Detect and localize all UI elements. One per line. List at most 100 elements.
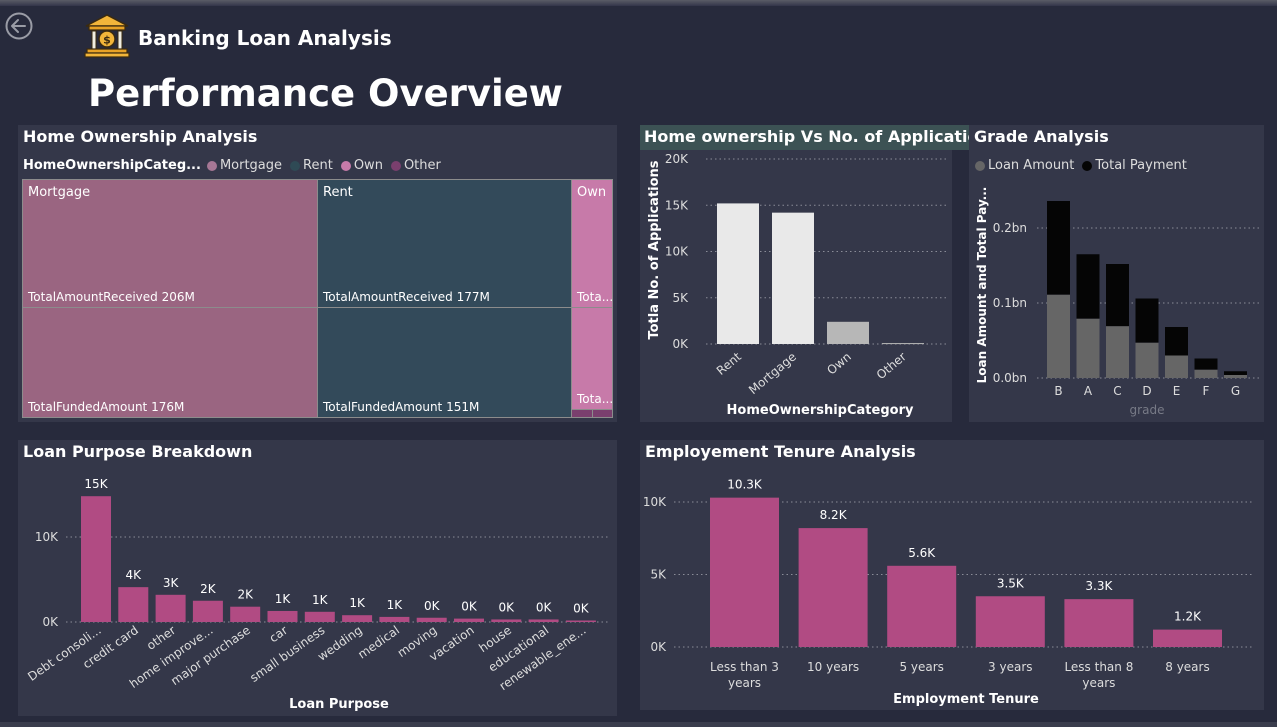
bar-loan-amount-c[interactable] bbox=[1106, 326, 1129, 378]
applications-chart: 20K 15K 10K 5K 0K Rent Mortgage Own Other HomeOwn… bbox=[647, 152, 946, 418]
bar-total-payment-b[interactable] bbox=[1047, 201, 1070, 295]
applications-panel: Home ownership Vs No. of Applications 20… bbox=[640, 125, 1004, 422]
treemap-mortgage-received-value: TotalAmountReceived 206M bbox=[28, 290, 195, 304]
bar-purpose[interactable] bbox=[565, 620, 596, 623]
legend-item-other[interactable]: Other bbox=[390, 158, 441, 173]
y-axis-title: Loan Amount and Total Pay... bbox=[975, 187, 989, 384]
data-label: 1K bbox=[387, 598, 404, 612]
loan-purpose-panel: Loan Purpose Breakdown 10K 0K 15K Debt cons… bbox=[18, 440, 617, 716]
x-tick-label: car bbox=[267, 623, 291, 645]
treemap-own-funded[interactable]: Tota... bbox=[571, 307, 613, 410]
y-tick-label: 5K bbox=[650, 568, 667, 582]
x-tick-label: years bbox=[1082, 676, 1115, 690]
x-tick-label: 8 years bbox=[1165, 660, 1209, 674]
bar-total-payment-a[interactable] bbox=[1076, 254, 1100, 319]
tenure-chart: 10K 5K 0K 10.3K Less than 3 years 8.2K 10 years… bbox=[643, 478, 1254, 707]
bar-purpose[interactable] bbox=[155, 594, 186, 622]
treemap-rent-funded[interactable]: TotalFundedAmount 151M bbox=[317, 307, 572, 418]
tenure-panel: Employement Tenure Analysis 10K 5K 0K 10.3K… bbox=[640, 440, 1264, 710]
legend-item-own[interactable]: Own bbox=[340, 158, 383, 173]
y-axis-title: Totla No. of Applications bbox=[647, 160, 662, 339]
loan-purpose-chart: 10K0K15KDebt consoli...4Kcredit card3Kot… bbox=[25, 477, 610, 712]
legend-item-rent[interactable]: Rent bbox=[290, 158, 333, 173]
bar-loan-amount-g[interactable] bbox=[1224, 375, 1247, 378]
x-tick-label: Less than 8 bbox=[1064, 660, 1133, 674]
grade-chart: 0.2bn 0.1bn 0.0bn B A C D E F Ggrade Loan Amount a… bbox=[975, 187, 1259, 417]
bar-tenure[interactable] bbox=[1153, 629, 1222, 647]
y-tick-label: 0.1bn bbox=[993, 296, 1027, 310]
treemap-rent-received-value: TotalAmountReceived 177M bbox=[323, 290, 490, 304]
bar-purpose[interactable] bbox=[118, 587, 149, 622]
bar-loan-amount-a[interactable] bbox=[1076, 318, 1100, 378]
y-tick-label: 0K bbox=[650, 640, 667, 654]
page-title: Performance Overview bbox=[88, 72, 563, 115]
bar-total-payment-c[interactable] bbox=[1106, 264, 1129, 327]
x-axis-title: HomeOwnershipCategory bbox=[727, 403, 914, 418]
treemap-mortgage-received[interactable]: Mortgage TotalAmountReceived 206M bbox=[22, 179, 318, 308]
x-tick-label: D bbox=[1142, 384, 1151, 398]
data-label: 0K bbox=[424, 599, 441, 613]
bar-loan-amount-b[interactable] bbox=[1047, 294, 1070, 378]
grade-panel: Grade Analysis Loan Amount Total Payment… bbox=[969, 125, 1264, 422]
y-tick-label: 0.2bn bbox=[993, 221, 1027, 235]
bar-purpose[interactable] bbox=[379, 616, 410, 622]
treemap-rent-funded-value: TotalFundedAmount 151M bbox=[323, 400, 480, 414]
home-ownership-panel: Home Ownership Analysis HomeOwnershipCat… bbox=[18, 125, 617, 422]
x-tick-label: G bbox=[1231, 384, 1240, 398]
bar-tenure[interactable] bbox=[975, 596, 1045, 647]
bar-total-payment-f[interactable] bbox=[1194, 358, 1218, 370]
legend-label: Own bbox=[353, 158, 383, 173]
bar-loan-amount-f[interactable] bbox=[1194, 369, 1218, 378]
treemap-own-received[interactable]: Own Tota... bbox=[571, 179, 613, 308]
legend-item-mortgage[interactable]: Mortgage bbox=[206, 158, 282, 173]
bar-purpose[interactable] bbox=[454, 618, 484, 622]
bar-rent[interactable] bbox=[717, 203, 759, 344]
bar-purpose[interactable] bbox=[416, 617, 447, 622]
x-tick-label: F bbox=[1203, 384, 1210, 398]
bar-total-payment-e[interactable] bbox=[1165, 327, 1188, 356]
svg-text:$: $ bbox=[103, 34, 111, 47]
bar-purpose[interactable] bbox=[230, 606, 261, 622]
back-arrow-icon[interactable] bbox=[5, 12, 33, 40]
x-tick-label: 5 years bbox=[899, 660, 943, 674]
treemap-other-2[interactable] bbox=[592, 409, 613, 418]
x-tick-label: Rent bbox=[714, 349, 744, 378]
treemap-own-funded-value: Tota... bbox=[577, 392, 613, 406]
legend-dot bbox=[290, 160, 301, 171]
legend-dot bbox=[390, 160, 401, 171]
data-label: 3.5K bbox=[997, 576, 1025, 590]
bar-purpose[interactable] bbox=[304, 611, 335, 622]
x-tick-label: Less than 3 bbox=[710, 660, 779, 674]
treemap-other-1[interactable] bbox=[571, 409, 593, 418]
treemap-rent-received[interactable]: Rent TotalAmountReceived 177M bbox=[317, 179, 572, 308]
y-tick-label: 5K bbox=[672, 291, 689, 305]
bar-tenure[interactable] bbox=[710, 497, 779, 647]
x-tick-label: medical bbox=[355, 623, 402, 662]
x-tick-label: A bbox=[1084, 384, 1093, 398]
bar-own[interactable] bbox=[827, 321, 869, 344]
y-tick-label: 20K bbox=[665, 152, 689, 166]
home-ownership-legend: HomeOwnershipCateg... Mortgage Rent Own … bbox=[23, 158, 449, 173]
bar-purpose[interactable] bbox=[491, 619, 522, 622]
bar-total-payment-d[interactable] bbox=[1135, 298, 1159, 343]
bar-purpose[interactable] bbox=[342, 615, 373, 622]
treemap-rent-label: Rent bbox=[323, 185, 353, 200]
bar-purpose[interactable] bbox=[192, 600, 223, 622]
data-label: 5.6K bbox=[908, 546, 936, 560]
bar-tenure[interactable] bbox=[1064, 599, 1134, 647]
treemap-mortgage-funded[interactable]: TotalFundedAmount 176M bbox=[22, 307, 318, 418]
bar-other[interactable] bbox=[882, 343, 924, 345]
bar-purpose[interactable] bbox=[81, 496, 111, 622]
treemap-own-label: Own bbox=[577, 185, 607, 200]
bar-mortgage[interactable] bbox=[772, 212, 814, 344]
bar-tenure[interactable] bbox=[798, 528, 868, 647]
bar-tenure[interactable] bbox=[887, 565, 957, 647]
bar-purpose[interactable] bbox=[267, 610, 298, 622]
bar-loan-amount-d[interactable] bbox=[1135, 342, 1159, 378]
x-tick-label: B bbox=[1054, 384, 1062, 398]
data-label: 0K bbox=[461, 600, 478, 614]
bar-total-payment-g[interactable] bbox=[1224, 371, 1247, 375]
bar-purpose[interactable] bbox=[528, 619, 559, 622]
bar-loan-amount-e[interactable] bbox=[1165, 355, 1188, 379]
x-axis-title: Employment Tenure bbox=[893, 692, 1039, 707]
